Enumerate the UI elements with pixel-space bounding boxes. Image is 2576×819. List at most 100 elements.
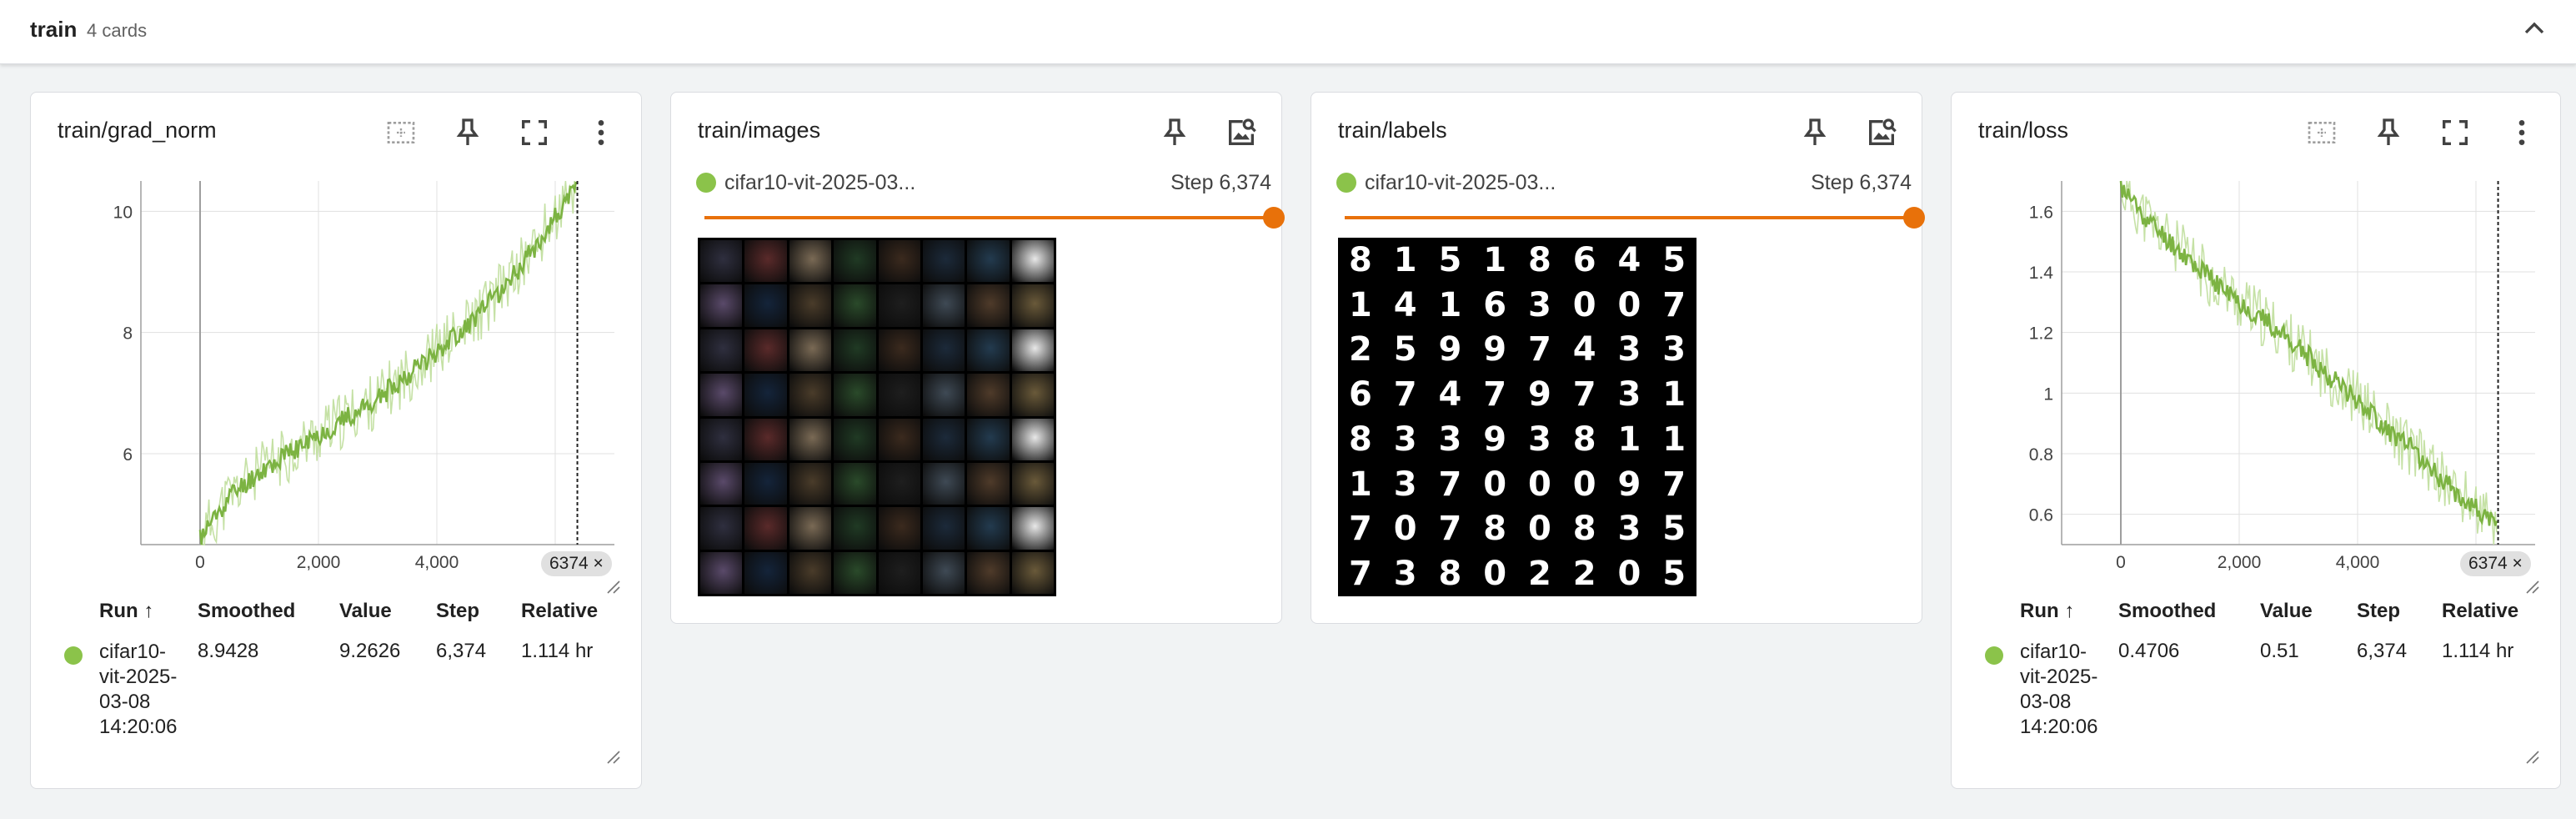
th-relative: Relative	[2442, 600, 2519, 622]
image-thumbnail	[878, 551, 920, 594]
label-digit: 8	[1527, 240, 1551, 279]
label-digit: 2	[1527, 555, 1551, 594]
label-digit: 0	[1572, 465, 1596, 504]
label-digit: 4	[1617, 240, 1641, 279]
label-digit: 1	[1438, 285, 1462, 324]
image-thumbnail	[878, 240, 920, 283]
image-thumbnail	[744, 374, 787, 416]
more-vert-icon	[2518, 120, 2525, 145]
pin-button[interactable]	[1155, 113, 1195, 153]
image-thumbnail	[789, 329, 832, 372]
image-actions-button[interactable]	[1221, 113, 1261, 153]
pin-icon	[2377, 118, 2400, 145]
card-title: train/labels	[1338, 118, 1447, 143]
image-grid[interactable]	[698, 238, 1056, 596]
label-digit: 0	[1617, 555, 1641, 594]
label-digit: 5	[1662, 240, 1686, 279]
label-digit: 1	[1662, 420, 1686, 459]
label-digit: 8	[1348, 240, 1372, 279]
image-thumbnail	[744, 507, 787, 550]
label-digit: 3	[1617, 330, 1641, 369]
x-tick-label: 2,000	[2218, 553, 2262, 572]
image-thumbnail	[1011, 284, 1054, 327]
fit-domain-button[interactable]	[2302, 113, 2342, 153]
collapse-group-button[interactable]	[2518, 12, 2551, 45]
x-tick-label: 0	[195, 553, 205, 572]
run-name-line: cifar10-	[2020, 641, 2087, 663]
fit-domain-icon	[2308, 122, 2336, 143]
x-tick-label: 4,000	[415, 553, 459, 572]
card-title: train/grad_norm	[58, 118, 217, 143]
more-options-button[interactable]	[581, 113, 621, 153]
image-thumbnail	[789, 551, 832, 594]
step-slider-track[interactable]	[1345, 216, 1912, 219]
run-color-dot	[1336, 173, 1356, 193]
step-slider-thumb[interactable]	[1263, 207, 1285, 229]
image-thumbnail	[700, 329, 743, 372]
image-thumbnail	[878, 462, 920, 505]
run-name-line: 14:20:06	[2020, 716, 2098, 738]
image-thumbnail	[834, 551, 876, 594]
resize-handle-icon[interactable]	[603, 746, 621, 765]
smoothed-value: 8.9428	[198, 640, 259, 662]
th-step: Step	[436, 600, 480, 622]
label-digit: 0	[1393, 510, 1417, 549]
y-tick-label: 1.2	[2029, 324, 2053, 344]
fullscreen-button[interactable]	[2435, 113, 2475, 153]
image-thumbnail	[1011, 418, 1054, 460]
image-search-icon	[1229, 118, 1256, 145]
fullscreen-button[interactable]	[514, 113, 554, 153]
pin-button[interactable]	[2368, 113, 2408, 153]
resize-handle-icon[interactable]	[2522, 576, 2540, 595]
label-digit: 2	[1572, 555, 1596, 594]
label-digit: 0	[1617, 285, 1641, 324]
image-thumbnail	[834, 507, 876, 550]
group-title: train	[30, 17, 78, 42]
step-chip[interactable]: 6374 ×	[2460, 551, 2531, 576]
fullscreen-icon	[522, 120, 547, 145]
th-run[interactable]: Run ↑	[2020, 600, 2074, 623]
pin-button[interactable]	[448, 113, 488, 153]
th-run[interactable]: Run ↑	[99, 600, 153, 623]
image-actions-button[interactable]	[1862, 113, 1902, 153]
pin-button[interactable]	[1795, 113, 1835, 153]
card-grad-norm: train/grad_norm 681002,0004,0006 6374 × …	[30, 92, 642, 789]
step-slider-thumb[interactable]	[1903, 207, 1925, 229]
image-thumbnail	[1011, 507, 1054, 550]
image-thumbnail	[878, 284, 920, 327]
image-thumbnail	[1011, 329, 1054, 372]
image-thumbnail	[834, 284, 876, 327]
loss-chart[interactable]: 0.60.811.21.41.602,0004,0006	[1952, 168, 2560, 585]
raw-series-line	[199, 180, 577, 545]
y-tick-label: 8	[123, 324, 133, 344]
image-thumbnail	[789, 462, 832, 505]
run-name-line: 14:20:06	[99, 716, 178, 738]
grad-norm-chart[interactable]: 681002,0004,0006	[31, 168, 641, 585]
resize-handle-icon[interactable]	[603, 576, 621, 595]
x-tick-label: 0	[2116, 553, 2126, 572]
image-thumbnail	[967, 462, 1010, 505]
image-thumbnail	[744, 551, 787, 594]
label-digit: 9	[1483, 330, 1507, 369]
image-thumbnail	[789, 418, 832, 460]
step-slider-track[interactable]	[704, 216, 1271, 219]
step-label: Step 6,374	[1170, 171, 1271, 194]
label-digit: 0	[1483, 465, 1507, 504]
y-tick-label: 1	[2043, 384, 2053, 404]
y-tick-label: 6	[123, 445, 133, 465]
image-thumbnail	[1011, 462, 1054, 505]
more-options-button[interactable]	[2502, 113, 2542, 153]
step-chip[interactable]: 6374 ×	[541, 551, 612, 576]
label-digit: 7	[1572, 375, 1596, 415]
group-header: train 4 cards	[0, 0, 2576, 64]
label-digit: 3	[1617, 375, 1641, 415]
label-digit: 5	[1438, 240, 1462, 279]
image-thumbnail	[922, 284, 965, 327]
y-tick-label: 1.6	[2029, 203, 2053, 222]
fit-domain-button[interactable]	[381, 113, 421, 153]
label-digit-grid[interactable]: 8151864514163007259974336747973183393811…	[1338, 238, 1696, 596]
label-digit: 1	[1393, 240, 1417, 279]
image-thumbnail	[967, 374, 1010, 416]
y-tick-label: 10	[113, 203, 133, 222]
resize-handle-icon[interactable]	[2522, 746, 2540, 765]
